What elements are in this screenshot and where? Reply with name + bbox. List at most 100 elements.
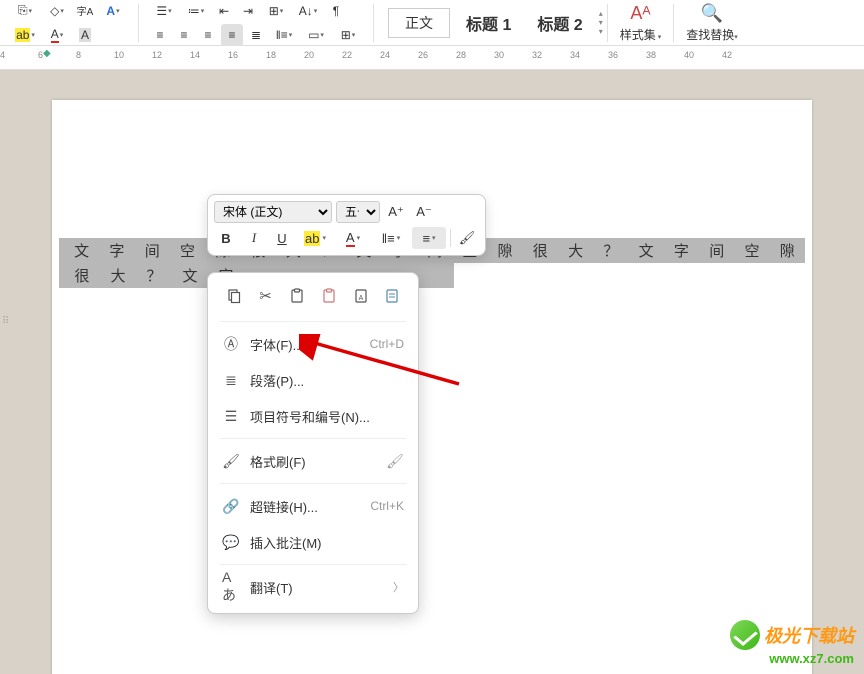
style-gallery-btn[interactable]: Aᴬ 样式集 ▾ — [612, 3, 669, 43]
grip-icon: ⠿ — [2, 316, 8, 327]
linespacing-btn[interactable]: ‖≡▾ — [269, 24, 299, 46]
link-icon: 🔗 — [222, 498, 240, 515]
search-icon: 🔍 — [701, 3, 723, 24]
align-center-btn[interactable]: ≡ — [173, 24, 195, 46]
clear-btn[interactable]: ◇▾ — [42, 0, 72, 22]
paragraph-menu-item[interactable]: ≣ 段落(P)... — [208, 362, 418, 398]
highlight-btn[interactable]: ab▾ — [298, 227, 332, 249]
format-painter-btn[interactable]: 🖌 — [455, 227, 479, 249]
fmt-label: 格式刷(F) — [250, 452, 376, 471]
hyperlink-menu-item[interactable]: 🔗 超链接(H)... Ctrl+K — [208, 488, 418, 524]
brand-url: www.xz7.com — [769, 651, 854, 666]
sep — [220, 321, 406, 322]
document-area: ⠿ 文字间空隙很大？文字间空隙很大？文字间空隙 很大？文字 — [0, 70, 864, 674]
watermark: 极光下载站 www.xz7.com — [730, 620, 854, 666]
sep — [373, 4, 374, 42]
paste-special-btn[interactable] — [317, 283, 341, 309]
align-left-btn[interactable]: ≡ — [149, 24, 171, 46]
brush-icon-2: 🖌 — [386, 453, 404, 470]
showmarks-btn[interactable]: ¶ — [325, 0, 347, 22]
paste-text-btn[interactable]: A — [349, 283, 373, 309]
copy-btn[interactable] — [222, 283, 246, 309]
shrink-font-btn[interactable]: A⁻ — [412, 201, 436, 223]
bullets-label: 项目符号和编号(N)... — [250, 407, 404, 426]
bullets-icon: ☰ — [222, 408, 240, 425]
find-label: 查找替换▾ — [686, 26, 738, 43]
find-replace-btn[interactable]: 🔍 查找替换▾ — [678, 3, 746, 43]
align-dist-btn[interactable]: ≣ — [245, 24, 267, 46]
indent-dec-btn[interactable]: ⇤ — [213, 0, 235, 22]
numbering-btn[interactable]: ≔▾ — [181, 0, 211, 22]
para-icon: ≣ — [222, 372, 240, 389]
logo-icon — [730, 620, 760, 650]
comment-label: 插入批注(M) — [250, 533, 404, 552]
comment-icon: 💬 — [222, 534, 240, 551]
gallery-label: 样式集 ▾ — [620, 26, 661, 43]
linespacing-btn[interactable]: ‖≡▾ — [374, 227, 408, 249]
sep — [220, 438, 406, 439]
link-shortcut: Ctrl+K — [370, 499, 404, 513]
svg-text:A: A — [358, 295, 363, 302]
font-menu-item[interactable]: Ⓐ 字体(F)... Ctrl+D — [208, 326, 418, 362]
italic-btn[interactable]: I — [242, 227, 266, 249]
format-btn[interactable]: ⎘▾ — [10, 0, 40, 22]
page[interactable]: 文字间空隙很大？文字间空隙很大？文字间空隙 很大？文字 — [52, 100, 812, 674]
ruler[interactable]: ◆ 4681012141618202224262830323436384042 — [0, 46, 864, 70]
style-normal[interactable]: 正文 — [388, 8, 450, 38]
paste-btn[interactable] — [285, 283, 309, 309]
font-select[interactable]: 宋体 (正文) — [214, 201, 332, 223]
align-btn[interactable]: ≡▾ — [412, 227, 446, 249]
grow-font-btn[interactable]: A⁺ — [384, 201, 408, 223]
para-label: 段落(P)... — [250, 371, 404, 390]
translate-label: 翻译(T) — [250, 578, 383, 597]
brush-icon: 🖌 — [222, 453, 240, 470]
mini-toolbar: 宋体 (正文) 五号 A⁺ A⁻ B I U ab▾ A▾ ‖≡▾ ≡▾ 🖌 — [207, 194, 486, 256]
context-menu: ✂ A Ⓐ 字体(F)... Ctrl+D ≣ 段落(P)... ☰ 项目符号和… — [207, 272, 419, 614]
bullets-menu-item[interactable]: ☰ 项目符号和编号(N)... — [208, 398, 418, 434]
styles-nav[interactable]: ▴▾▾ — [599, 9, 603, 36]
sep — [138, 4, 139, 42]
brand-label: 极光下载站 — [764, 622, 854, 648]
sep — [450, 229, 451, 247]
indent-inc-btn[interactable]: ⇥ — [237, 0, 259, 22]
font-icon: Ⓐ — [222, 334, 240, 354]
styles-group: 正文 标题 1 标题 2 ▴▾▾ — [388, 7, 603, 39]
align-justify-btn[interactable]: ≡ — [221, 24, 243, 46]
borders-btn[interactable]: ⊞▾ — [333, 24, 363, 46]
comment-menu-item[interactable]: 💬 插入批注(M) — [208, 524, 418, 560]
style-h2[interactable]: 标题 2 — [527, 7, 592, 39]
style-h1[interactable]: 标题 1 — [456, 7, 521, 39]
para-group: ☰▾ ≔▾ ⇤ ⇥ ⊞▾ A↓▾ ¶ ≡ ≡ ≡ ≡ ≣ ‖≡▾ ▭▾ ⊞▾ — [143, 0, 369, 46]
translate-menu-item[interactable]: Aあ 翻译(T) 〉 — [208, 569, 418, 605]
ribbon: ⎘▾ ◇▾ 字A A▾ ab▾ A▾ A ☰▾ ≔▾ ⇤ ⇥ ⊞▾ A↓▾ ¶ — [0, 0, 864, 46]
sep — [220, 564, 406, 565]
sep — [673, 4, 674, 42]
font-shortcut: Ctrl+D — [370, 337, 404, 351]
underline-btn[interactable]: U — [270, 227, 294, 249]
fontcolor-btn[interactable]: A▾ — [42, 24, 72, 46]
font-group: ⎘▾ ◇▾ 字A A▾ ab▾ A▾ A — [4, 0, 134, 46]
charshade-btn[interactable]: A — [74, 24, 96, 46]
align-right-btn[interactable]: ≡ — [197, 24, 219, 46]
highlight-btn[interactable]: ab▾ — [10, 24, 40, 46]
fontcolor-btn[interactable]: A▾ — [336, 227, 370, 249]
clipboard-row: ✂ A — [208, 281, 418, 317]
chevron-right-icon: 〉 — [393, 579, 404, 595]
size-select[interactable]: 五号 — [336, 201, 380, 223]
translate-icon: Aあ — [222, 569, 240, 605]
paste-keep-btn[interactable] — [380, 283, 404, 309]
sep — [220, 483, 406, 484]
shading-btn[interactable]: ▭▾ — [301, 24, 331, 46]
sep — [607, 4, 608, 42]
bold-btn[interactable]: B — [214, 227, 238, 249]
font-label: 字体(F)... — [250, 335, 360, 354]
sort-btn[interactable]: A↓▾ — [293, 0, 323, 22]
link-label: 超链接(H)... — [250, 497, 360, 516]
gallery-icon: Aᴬ — [630, 3, 650, 24]
cut-btn[interactable]: ✂ — [254, 283, 278, 309]
format-painter-menu-item[interactable]: 🖌 格式刷(F) 🖌 — [208, 443, 418, 479]
texteffect-btn[interactable]: A▾ — [98, 0, 128, 22]
tabs-btn[interactable]: ⊞▾ — [261, 0, 291, 22]
bullets-btn[interactable]: ☰▾ — [149, 0, 179, 22]
phonetic-btn[interactable]: 字A — [74, 0, 96, 22]
